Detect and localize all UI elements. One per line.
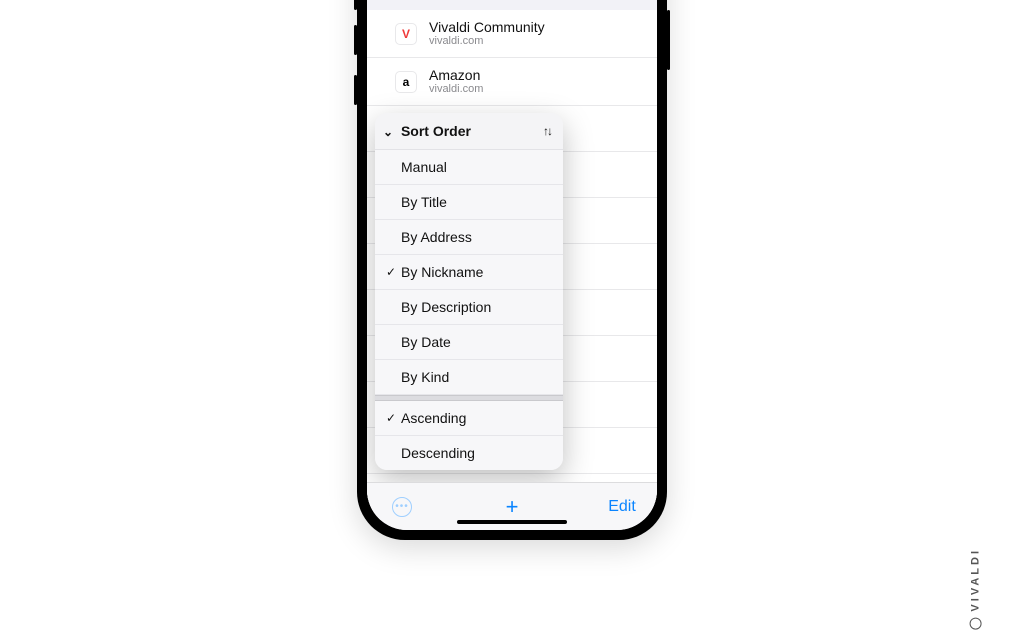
bookmark-row[interactable]: V Vivaldi Community vivaldi.com [367, 10, 657, 58]
menu-title: Sort Order [401, 123, 471, 139]
menu-item-label: Descending [401, 445, 475, 461]
menu-item-label: By Date [401, 334, 451, 350]
add-button[interactable]: + [497, 494, 527, 520]
bookmark-title: Amazon [429, 67, 483, 83]
menu-item-label: Ascending [401, 410, 466, 426]
sort-option-kind[interactable]: By Kind [375, 360, 563, 395]
bookmark-subtitle: vivaldi.com [429, 35, 545, 48]
favicon-vivaldi: V [395, 23, 417, 45]
sort-option-title[interactable]: By Title [375, 185, 563, 220]
favicon-amazon: a [395, 71, 417, 93]
check-icon: ✓ [383, 411, 399, 425]
menu-item-label: By Address [401, 229, 472, 245]
menu-item-label: By Kind [401, 369, 449, 385]
sort-direction-ascending[interactable]: ✓ Ascending [375, 401, 563, 436]
vivaldi-logo-icon [970, 618, 982, 630]
menu-item-label: Manual [401, 159, 447, 175]
menu-item-label: By Description [401, 299, 491, 315]
bookmark-row[interactable]: a Amazon vivaldi.com [367, 58, 657, 106]
home-indicator [457, 520, 567, 524]
menu-item-label: By Title [401, 194, 447, 210]
chevron-down-icon: ⌄ [383, 125, 393, 139]
sort-option-date[interactable]: By Date [375, 325, 563, 360]
watermark: VIVALDI [970, 548, 982, 630]
edit-button[interactable]: Edit [607, 498, 637, 516]
check-icon: ✓ [383, 265, 399, 279]
bookmark-subtitle: vivaldi.com [429, 83, 483, 96]
sort-option-description[interactable]: By Description [375, 290, 563, 325]
plus-icon: + [506, 494, 519, 520]
sort-option-address[interactable]: By Address [375, 220, 563, 255]
sort-order-header[interactable]: ⌄ Sort Order ↑↓ [375, 113, 563, 150]
phone-frame: V Vivaldi Community vivaldi.com a Amazon… [357, 0, 667, 540]
sort-option-manual[interactable]: Manual [375, 150, 563, 185]
ellipsis-icon: ••• [392, 497, 412, 517]
sort-icon: ↑↓ [543, 124, 551, 138]
sort-order-menu: ⌄ Sort Order ↑↓ Manual By Title By Addre… [375, 113, 563, 470]
menu-item-label: By Nickname [401, 264, 483, 280]
more-button[interactable]: ••• [387, 497, 417, 517]
sort-option-nickname[interactable]: ✓ By Nickname [375, 255, 563, 290]
watermark-text: VIVALDI [970, 548, 982, 612]
sort-direction-descending[interactable]: Descending [375, 436, 563, 470]
bookmark-title: Vivaldi Community [429, 19, 545, 35]
phone-screen: V Vivaldi Community vivaldi.com a Amazon… [367, 0, 657, 530]
